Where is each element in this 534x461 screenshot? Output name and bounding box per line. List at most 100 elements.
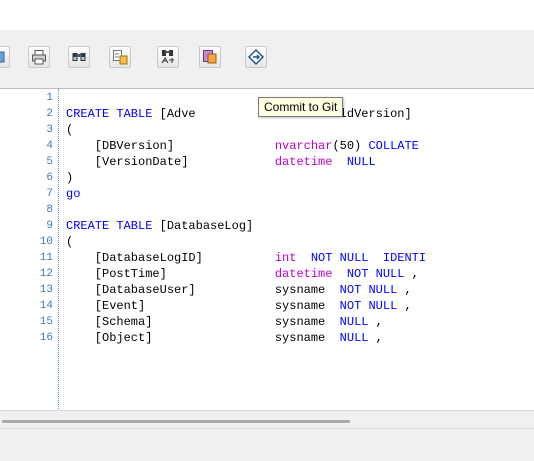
scrollbar-thumb[interactable] [2,420,350,423]
sql-text: ( [66,235,74,249]
partial-left-icon [0,50,6,64]
line-number: 12 [39,268,53,280]
code-line: 16 [Object] sysname NULL , [0,330,534,346]
sql-text: [DatabaseLog] [152,219,254,233]
sql-text: (50) [332,139,369,153]
code-text: [Event] sysname NOT NULL , [66,298,412,314]
compare-icon [202,49,218,65]
sql-keyword: NULL [339,315,369,329]
line-number: 11 [39,252,53,264]
line-number: 3 [46,124,53,136]
find-next-icon [160,49,176,65]
line-number: 10 [39,236,53,248]
code-text: ( [66,234,73,250]
line-number: 5 [46,156,53,168]
code-text: CREATE TABLE [Adve WBuildVersion] [66,106,412,122]
sql-text: , [368,315,383,329]
sql-text: [Adve [152,107,196,121]
commit-to-git-icon [248,49,264,65]
line-number: 9 [46,220,53,232]
code-text: ) [66,170,73,186]
code-line: 3( [0,122,534,138]
line-number: 7 [46,188,53,200]
find-next-button[interactable] [157,46,179,68]
sql-text: , [404,267,419,281]
code-line: 15 [Schema] sysname NULL , [0,314,534,330]
sql-keyword: NOT NULL [339,299,398,313]
horizontal-scrollbar[interactable] [0,410,534,429]
sql-text: [Object] [66,331,275,345]
sql-text: [DatabaseLogID] [66,251,275,265]
line-number: 8 [46,204,53,216]
line-number: 13 [39,284,53,296]
code-text: [DatabaseUser] sysname NOT NULL , [66,282,412,298]
line-number: 15 [39,316,53,328]
sql-text: [DBVersion] [66,139,275,153]
compare-button[interactable] [199,46,221,68]
sql-keyword: NOT NULL [346,267,405,281]
line-number: 2 [46,108,53,120]
code-line: 11 [DatabaseLogID] int NOT NULL IDENTI [0,250,534,266]
code-line: 5 [VersionDate] datetime NULL [0,154,534,170]
line-number: 1 [46,92,53,104]
code-text: [PostTime] datetime NOT NULL , [66,266,419,282]
sql-text: sysname [274,331,326,345]
sql-text: [Schema] [66,315,275,329]
sql-text: ( [66,123,74,137]
sql-type: int [274,251,297,265]
top-strip [0,0,534,31]
line-number: 4 [46,140,53,152]
sql-type: datetime [274,267,333,281]
sql-text: sysname [274,283,326,297]
sql-keyword: CREATE TABLE [66,107,153,121]
code-text: [Schema] sysname NULL , [66,314,383,330]
sql-keyword: NULL [346,155,376,169]
code-text: [DBVersion] nvarchar(50) COLLATE [66,138,419,154]
sql-text: sysname [274,299,326,313]
partial-left-button[interactable] [0,46,10,68]
code-line: 14 [Event] sysname NOT NULL , [0,298,534,314]
line-number: 14 [39,300,53,312]
sql-text: , [397,299,412,313]
code-editor[interactable]: 1 2 CREATE TABLE [Adve WBuildVersion] 3(4 [… [0,88,534,411]
sql-keyword: NULL [339,331,369,345]
status-bar [0,428,534,461]
find-button[interactable] [68,46,90,68]
find-replace-button[interactable] [109,46,131,68]
code-line: 12 [PostTime] datetime NOT NULL , [0,266,534,282]
code-text: ( [66,122,73,138]
line-number: 16 [39,332,53,344]
code-text: [VersionDate] datetime NULL [66,154,376,170]
code-text: [DatabaseLogID] int NOT NULL IDENTI [66,250,426,266]
sql-type: datetime [274,155,333,169]
code-line: 8 [0,202,534,218]
sql-text: [PostTime] [66,267,275,281]
sql-text: [VersionDate] [66,155,275,169]
sql-text: , [368,331,383,345]
print-icon [31,49,47,65]
sql-keyword: CREATE TABLE [66,219,153,233]
code-text: [Object] sysname NULL , [66,330,383,346]
code-text: CREATE TABLE [DatabaseLog] [66,218,253,234]
code-line: 9 CREATE TABLE [DatabaseLog] [0,218,534,234]
find-replace-icon [112,49,128,65]
sql-text: sysname [274,315,326,329]
sql-keyword: NOT NULL [310,251,369,265]
code-text: go [66,186,80,202]
sql-text: [DatabaseUser] [66,283,275,297]
code-line: 10 ( [0,234,534,250]
commit-to-git-button[interactable] [245,46,267,68]
sql-keyword: COLLATE [368,139,419,153]
sql-type: nvarchar [274,139,333,153]
code-line: 13 [DatabaseUser] sysname NOT NULL , [0,282,534,298]
line-number: 6 [46,172,53,184]
print-button[interactable] [28,46,50,68]
